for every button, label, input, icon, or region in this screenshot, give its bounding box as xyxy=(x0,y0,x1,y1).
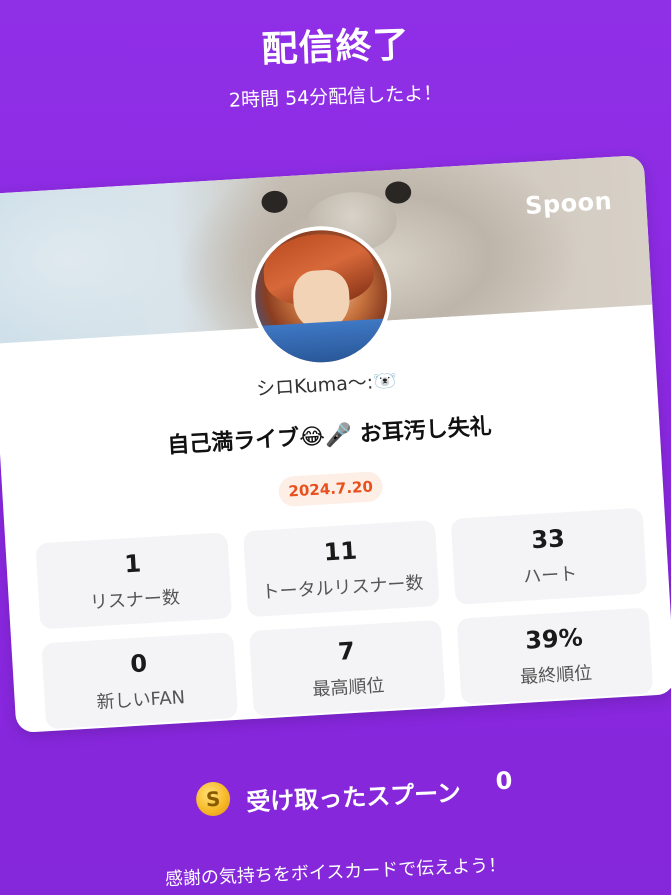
brand-logo: Spoon xyxy=(524,186,613,220)
stat-best-rank: 7 最高順位 xyxy=(248,619,446,717)
stat-label: リスナー数 xyxy=(89,587,181,614)
stat-hearts: 33 ハート xyxy=(450,507,648,605)
avatar-body xyxy=(256,318,392,371)
stream-summary-card: Spoon シロKuma〜:🐻‍❄️ 自己満ライブ😂🎤 お耳汚し失礼 2024.… xyxy=(0,154,671,734)
stat-value: 39% xyxy=(524,623,584,655)
spoon-coin-icon: S xyxy=(195,781,231,817)
voice-card-prompt[interactable]: 感謝の気持ちをボイスカードで伝えよう！ xyxy=(0,844,671,895)
stat-value: 1 xyxy=(123,549,142,579)
received-spoons-label: 受け取ったスプーン xyxy=(245,778,462,817)
stat-value: 7 xyxy=(337,636,356,666)
date-badge: 2024.7.20 xyxy=(277,470,384,508)
stat-value: 33 xyxy=(530,524,566,555)
stat-label: トータルリスナー数 xyxy=(261,572,425,604)
stat-label: 最終順位 xyxy=(519,662,593,689)
stat-label: ハート xyxy=(522,563,578,588)
live-ended-screen: 配信終了 2時間 54分配信したよ！ Spoon シロKuma〜:🐻‍❄️ 自己… xyxy=(0,0,671,895)
banner-bear-eye-right xyxy=(384,180,412,205)
banner-bear-eye-left xyxy=(260,190,289,214)
stat-total-listeners: 11 トータルリスナー数 xyxy=(243,519,440,618)
stat-listeners: 1 リスナー数 xyxy=(35,532,233,630)
stat-value: 11 xyxy=(322,536,358,567)
stat-new-fans: 0 新しいFAN xyxy=(41,632,239,730)
stats-grid: 1 リスナー数 11 トータルリスナー数 33 ハート 0 新しいFAN 7 最… xyxy=(35,507,654,730)
received-spoons-row: S 受け取ったスプーン 0 xyxy=(189,761,591,823)
stat-final-rank: 39% 最終順位 xyxy=(456,607,654,705)
received-spoons-count: 0 xyxy=(494,766,513,796)
page-title: 配信終了 xyxy=(260,24,411,71)
stat-value: 0 xyxy=(129,649,148,679)
stat-label: 新しいFAN xyxy=(96,687,186,714)
stat-label: 最高順位 xyxy=(311,675,386,701)
